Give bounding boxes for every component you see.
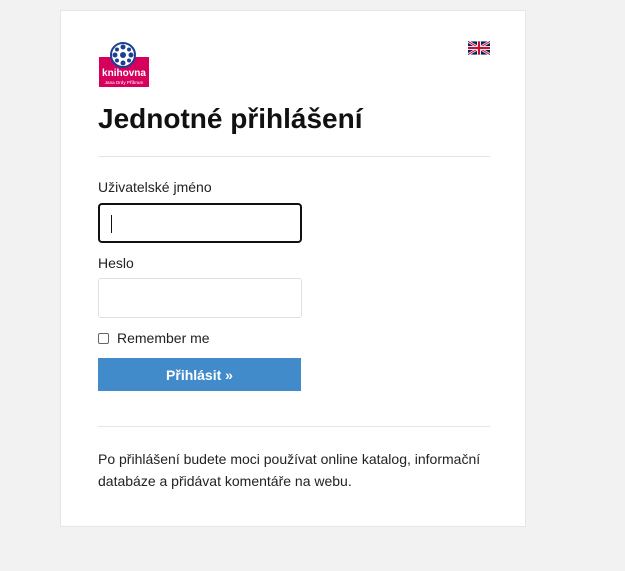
text-caret	[111, 215, 112, 233]
login-button[interactable]: Přihlásit »	[98, 358, 301, 391]
remember-me-row[interactable]: Remember me	[98, 330, 210, 346]
library-logo: knihovna Jana Drdy Příbram	[99, 41, 149, 89]
divider	[98, 156, 490, 157]
login-card: knihovna Jana Drdy Příbram Jednotné přih…	[60, 10, 526, 527]
password-input[interactable]	[98, 278, 302, 318]
logo-wordmark: knihovna	[102, 68, 146, 79]
page-title: Jednotné přihlášení	[98, 103, 363, 134]
password-label: Heslo	[98, 255, 134, 271]
username-label: Uživatelské jméno	[98, 179, 212, 195]
logo-subtitle: Jana Drdy Příbram	[105, 80, 144, 85]
remember-me-checkbox[interactable]	[98, 332, 109, 344]
divider	[98, 426, 490, 427]
uk-flag-icon[interactable]	[467, 40, 491, 56]
remember-me-label: Remember me	[117, 330, 210, 346]
info-text: Po přihlášení budete moci používat onlin…	[98, 451, 481, 489]
username-input[interactable]	[98, 203, 302, 243]
